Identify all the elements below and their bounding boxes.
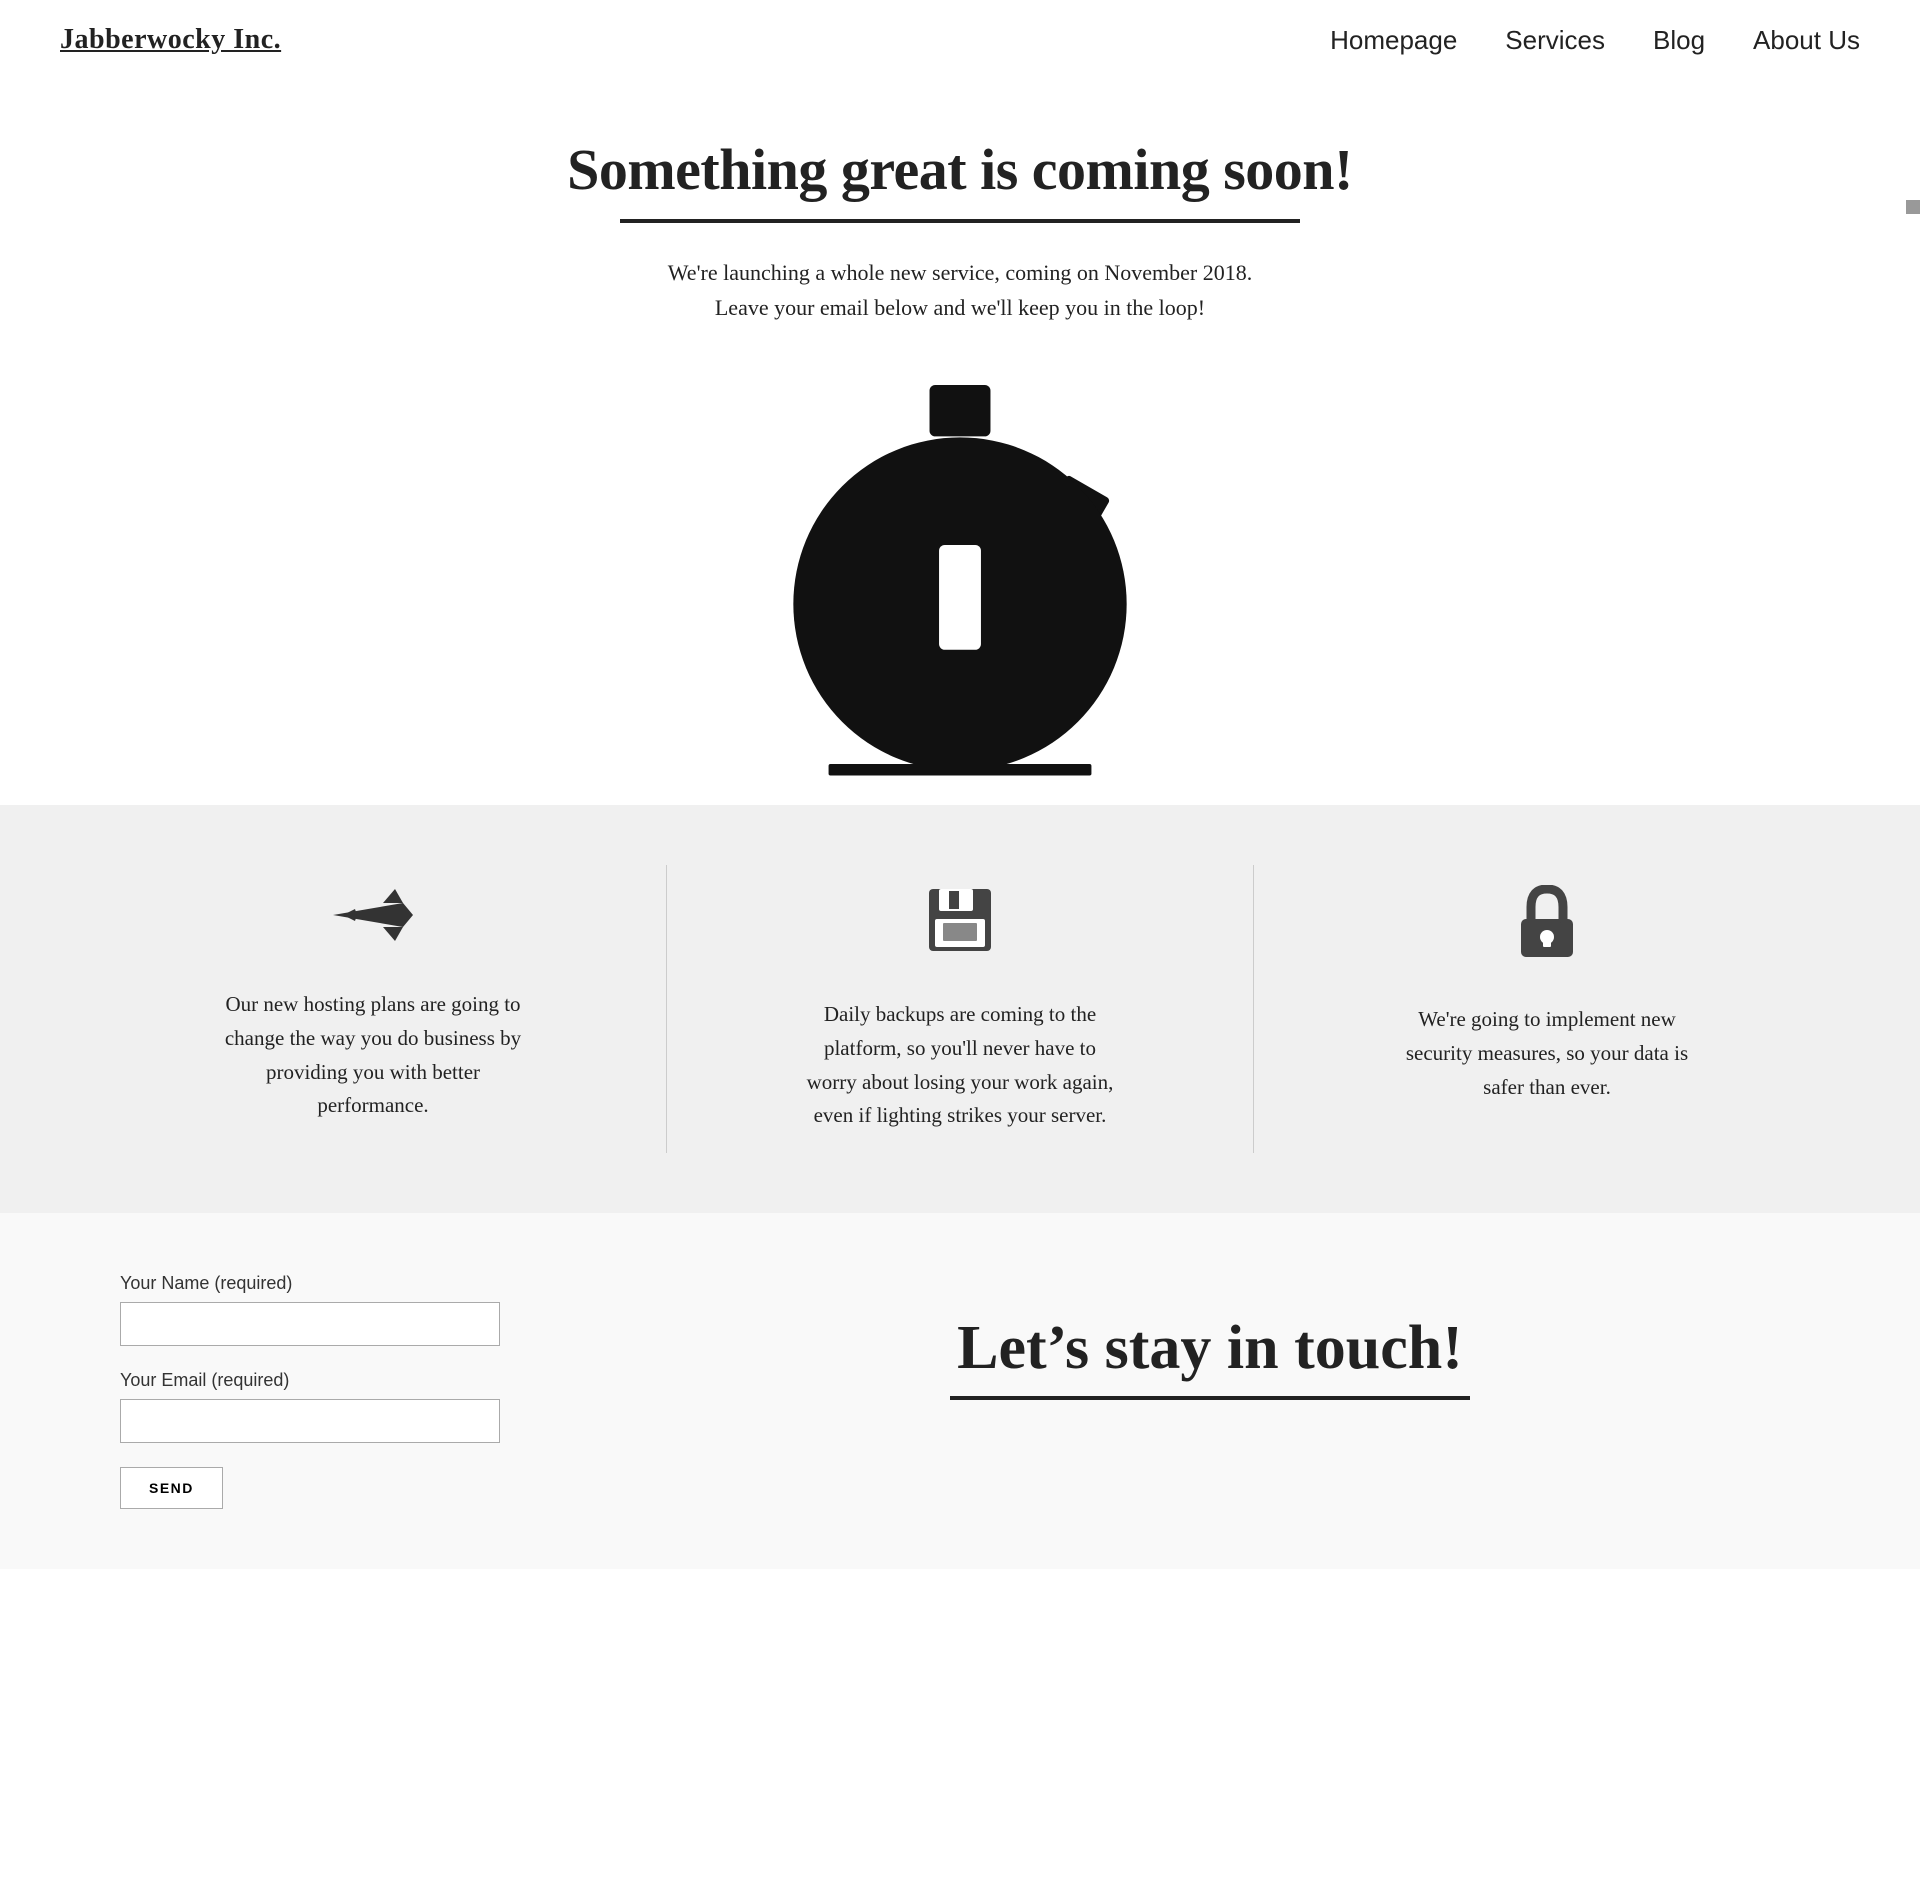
email-label: Your Email (required) <box>120 1370 540 1391</box>
nav-logo[interactable]: Jabberwocky Inc. <box>60 24 281 56</box>
email-field-group: Your Email (required) <box>120 1370 540 1443</box>
stopwatch-illustration <box>0 345 1920 805</box>
email-input[interactable] <box>120 1399 500 1443</box>
name-field-group: Your Name (required) <box>120 1273 540 1346</box>
nav-link-homepage[interactable]: Homepage <box>1330 25 1457 55</box>
feature-backup: Daily backups are coming to the platform… <box>667 865 1254 1152</box>
plane-icon <box>333 885 413 960</box>
send-button[interactable]: SEND <box>120 1467 223 1509</box>
scrollbar-indicator[interactable] <box>1906 200 1920 214</box>
stay-in-touch: Let’s stay in touch! <box>620 1273 1800 1400</box>
hero-subtitle: We're launching a whole new service, com… <box>650 255 1270 325</box>
save-icon <box>925 885 995 970</box>
name-input[interactable] <box>120 1302 500 1346</box>
bottom-section: Your Name (required) Your Email (require… <box>0 1213 1920 1569</box>
nav-link-blog[interactable]: Blog <box>1653 25 1705 55</box>
stopwatch-icon <box>780 385 1140 785</box>
nav-item-blog[interactable]: Blog <box>1653 25 1705 56</box>
hero-title: Something great is coming soon! <box>20 136 1900 203</box>
feature-backup-text: Daily backups are coming to the platform… <box>800 998 1120 1132</box>
hero-divider <box>620 219 1300 223</box>
feature-security: We're going to implement new security me… <box>1254 865 1840 1152</box>
nav-links: Homepage Services Blog About Us <box>1330 25 1860 56</box>
nav-link-services[interactable]: Services <box>1505 25 1605 55</box>
feature-security-text: We're going to implement new security me… <box>1387 1003 1707 1104</box>
feature-performance-text: Our new hosting plans are going to chang… <box>213 988 533 1122</box>
navbar: Jabberwocky Inc. Homepage Services Blog … <box>0 0 1920 76</box>
nav-item-about[interactable]: About Us <box>1753 25 1860 56</box>
contact-form: Your Name (required) Your Email (require… <box>120 1273 540 1509</box>
nav-item-homepage[interactable]: Homepage <box>1330 25 1457 56</box>
stay-underline <box>950 1396 1470 1400</box>
lock-icon <box>1517 885 1577 975</box>
nav-item-services[interactable]: Services <box>1505 25 1605 56</box>
nav-link-about[interactable]: About Us <box>1753 25 1860 55</box>
features-section: Our new hosting plans are going to chang… <box>0 805 1920 1212</box>
hero-section: Something great is coming soon! We're la… <box>0 76 1920 345</box>
name-label: Your Name (required) <box>120 1273 540 1294</box>
stay-title: Let’s stay in touch! <box>957 1313 1463 1384</box>
feature-performance: Our new hosting plans are going to chang… <box>80 865 667 1152</box>
